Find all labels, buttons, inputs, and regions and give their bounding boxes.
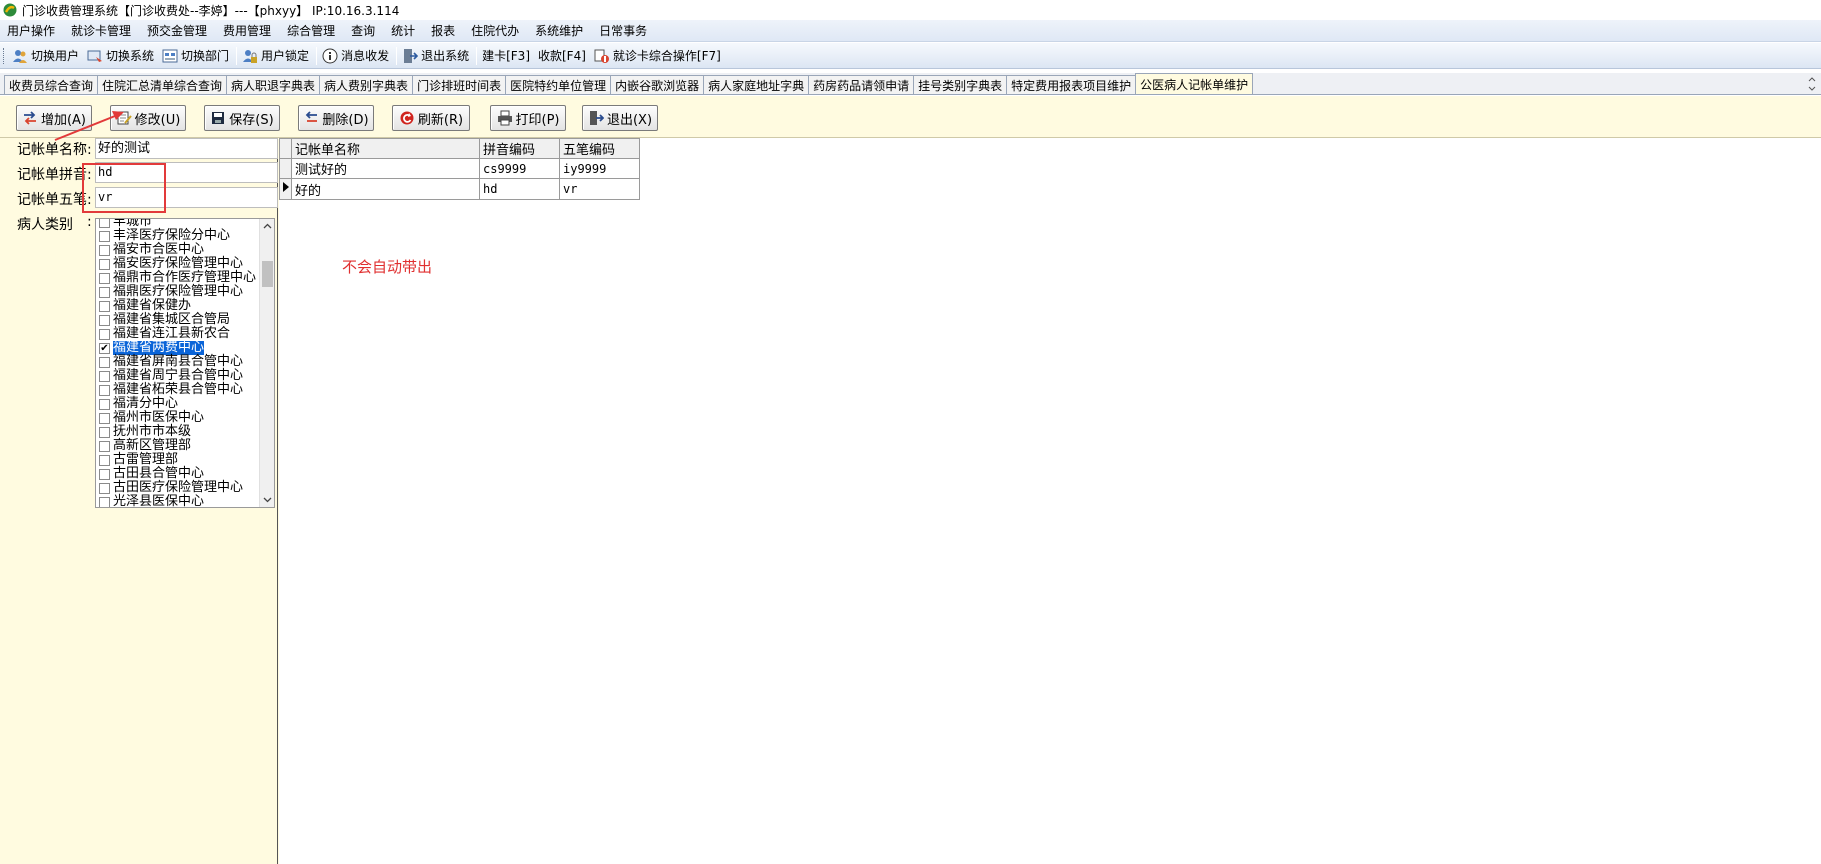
annotation-arrow <box>54 111 124 141</box>
